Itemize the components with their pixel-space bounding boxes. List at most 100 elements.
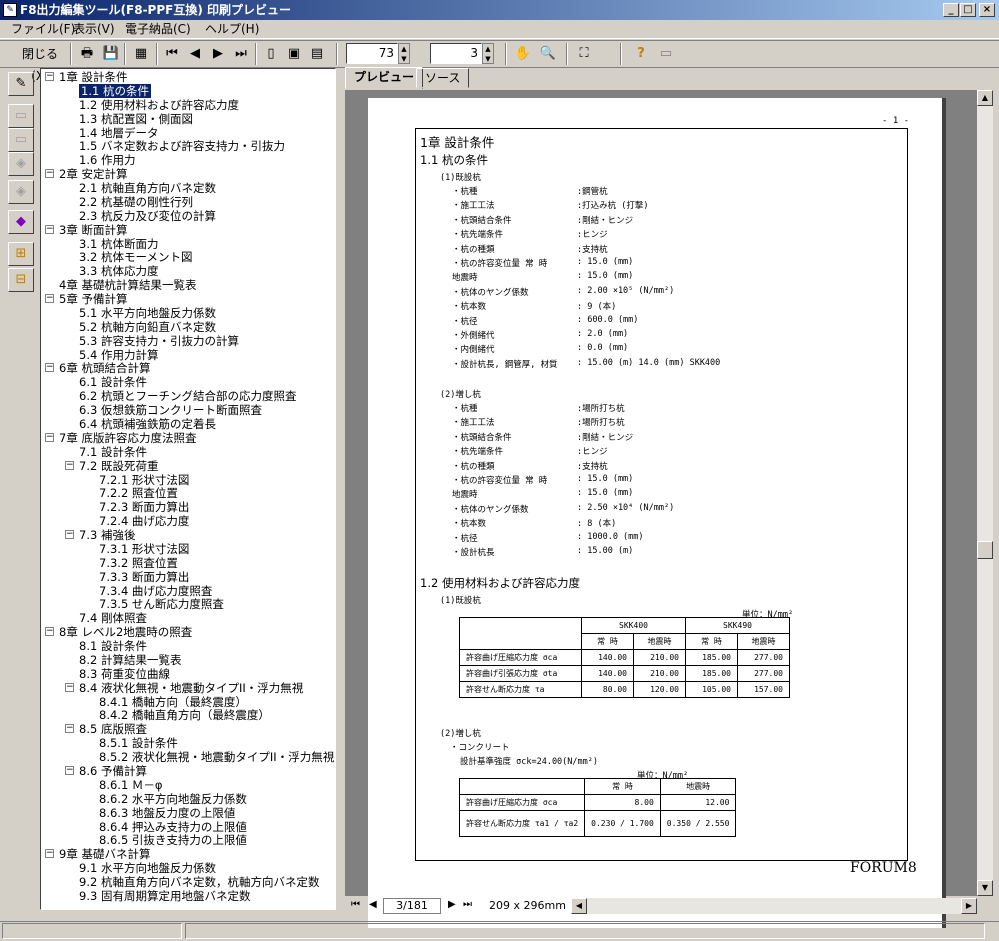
tree-node[interactable]: 1.2 使用材料および許容応力度 bbox=[79, 98, 239, 112]
tree-node[interactable]: 7.3.4 曲げ応力度照査 bbox=[99, 584, 212, 598]
help-icon[interactable]: ? bbox=[630, 43, 652, 65]
single-page-icon[interactable]: ▯ bbox=[261, 43, 281, 65]
tree-expand-icon[interactable]: ⊞ bbox=[8, 242, 34, 266]
last-page-icon[interactable]: ⏭ bbox=[231, 43, 251, 65]
tree-node[interactable]: 2.1 杭軸直角方向バネ定数 bbox=[79, 181, 216, 195]
tree-node[interactable]: 6.1 設計条件 bbox=[79, 375, 147, 389]
tree-expander[interactable]: − bbox=[45, 849, 54, 859]
tree-node[interactable]: 9.3 固有周期算定用地盤バネ定数 bbox=[79, 889, 250, 903]
multi-page-icon[interactable]: ▤ bbox=[307, 43, 327, 65]
tree-node[interactable]: 1.6 作用力 bbox=[79, 153, 135, 167]
print-icon[interactable]: 🖶 bbox=[76, 43, 98, 65]
tree-node[interactable]: 6章 杭頭結合計算 bbox=[59, 361, 150, 375]
tree-node[interactable]: 8.6.2 水平方向地盤反力係数 bbox=[99, 792, 247, 806]
page-spin-input[interactable]: 3 bbox=[430, 43, 482, 64]
tree-node[interactable]: 1.5 バネ定数および許容支持力・引抜力 bbox=[79, 139, 285, 153]
tree-node[interactable]: 6.3 仮想鉄筋コンクリート断面照査 bbox=[79, 403, 262, 417]
tree-node[interactable]: 3.3 杭体応力度 bbox=[79, 264, 158, 278]
tree-node[interactable]: 7章 底版許容応力度法照査 bbox=[59, 431, 196, 445]
tree-expander[interactable]: − bbox=[65, 530, 74, 540]
tree-node[interactable]: 9.1 水平方向地盤反力係数 bbox=[79, 861, 216, 875]
tree-expander[interactable]: − bbox=[65, 766, 74, 775]
about-icon[interactable]: ▭ bbox=[655, 43, 677, 65]
tree-node[interactable]: 8.6.5 引抜き支持力の上限値 bbox=[99, 833, 247, 847]
maximize-button[interactable]: □ bbox=[960, 3, 976, 17]
tree-expander[interactable]: − bbox=[45, 169, 54, 179]
tree-node[interactable]: 7.3.1 形状寸法図 bbox=[99, 542, 189, 556]
scroll-right-icon[interactable]: ▶ bbox=[961, 898, 977, 914]
tree-node[interactable]: 3章 断面計算 bbox=[59, 223, 127, 237]
two-page-icon[interactable]: ▣ bbox=[284, 43, 304, 65]
menu-electronic-delivery[interactable]: 電子納品(C) bbox=[120, 21, 196, 38]
tree-node[interactable]: 1.3 杭配置図・側面図 bbox=[79, 112, 193, 126]
tab-preview[interactable]: プレビュー bbox=[345, 67, 424, 89]
next-page-icon[interactable]: ▶ bbox=[208, 43, 228, 65]
tree-node[interactable]: 7.2.1 形状寸法図 bbox=[99, 473, 189, 487]
tree-expander[interactable]: − bbox=[65, 682, 74, 692]
prev-page-icon[interactable]: ◀ bbox=[185, 43, 205, 65]
tree-expander[interactable]: − bbox=[45, 363, 54, 373]
first-page-icon[interactable]: ⏮ bbox=[162, 43, 182, 65]
tree-node[interactable]: 8.2 計算結果一覧表 bbox=[79, 653, 181, 667]
app-icon[interactable]: ✎ bbox=[3, 3, 17, 17]
tree-expander[interactable]: − bbox=[45, 294, 54, 304]
tree-node[interactable]: 7.1 設計条件 bbox=[79, 445, 147, 459]
tree-node[interactable]: 5.4 作用力計算 bbox=[79, 348, 158, 362]
scroll-left-icon[interactable]: ◀ bbox=[571, 898, 587, 914]
tree-node[interactable]: 4章 基礎杭計算結果一覧表 bbox=[59, 278, 196, 292]
tree-node[interactable]: 3.2 杭体モーメント図 bbox=[79, 250, 192, 264]
vertical-scrollbar[interactable]: ▲ ▼ bbox=[977, 90, 993, 896]
horizontal-scrollbar[interactable] bbox=[571, 898, 977, 914]
tree-node[interactable]: 8.5.1 設計条件 bbox=[99, 736, 178, 750]
tree-node[interactable]: 7.3.2 照査位置 bbox=[99, 556, 178, 570]
minimize-button[interactable]: _ bbox=[943, 3, 959, 17]
tree-expander[interactable]: − bbox=[65, 460, 74, 470]
tree-collapse-icon[interactable]: ⊟ bbox=[8, 268, 34, 292]
zoom-input[interactable]: 73 bbox=[346, 43, 398, 64]
tab-source[interactable]: ソース bbox=[416, 68, 470, 88]
tree-node[interactable]: 8.6 予備計算 bbox=[79, 764, 147, 778]
zoom-spinner[interactable]: ▲ ▼ bbox=[398, 43, 410, 64]
hand-icon[interactable]: ✋ bbox=[512, 43, 534, 65]
last-page-icon[interactable]: ⏭ bbox=[463, 899, 472, 910]
tree-node[interactable]: 5章 予備計算 bbox=[59, 292, 127, 306]
tree-node[interactable]: 7.2.3 断面力算出 bbox=[99, 500, 189, 514]
tree-node[interactable]: 2.3 杭反力及び変位の計算 bbox=[79, 209, 216, 223]
tree-expander[interactable]: − bbox=[45, 627, 54, 637]
tree-expander[interactable]: − bbox=[65, 724, 74, 734]
tree-node[interactable]: 1.1 杭の条件 bbox=[79, 83, 151, 98]
fit-page-icon[interactable]: ⛶ bbox=[573, 43, 595, 65]
menu-help[interactable]: ヘルプ(H) bbox=[200, 21, 264, 38]
tree-node[interactable]: 9.2 杭軸直角方向バネ定数，杭軸方向バネ定数 bbox=[79, 875, 319, 889]
tree-node[interactable]: 2章 安定計算 bbox=[59, 167, 127, 181]
save-icon[interactable]: 💾 bbox=[100, 43, 122, 65]
tree-node[interactable]: 5.2 杭軸方向鉛直バネ定数 bbox=[79, 320, 216, 334]
scroll-up-icon[interactable]: ▲ bbox=[977, 90, 993, 106]
tree-node[interactable]: 5.1 水平方向地盤反力係数 bbox=[79, 306, 216, 320]
tree-node[interactable]: 2.2 杭基礎の剛性行列 bbox=[79, 195, 193, 209]
tree-node[interactable]: 1章 設計条件 bbox=[59, 70, 127, 84]
tree-node[interactable]: 7.3.5 せん断応力度照査 bbox=[99, 597, 224, 611]
page-setup-icon[interactable]: ▦ bbox=[130, 43, 152, 65]
scroll-thumb[interactable] bbox=[977, 541, 993, 559]
tree-node[interactable]: 8.4.2 橋軸直角方向（最終震度） bbox=[99, 708, 270, 722]
edit-pen-icon[interactable]: ✎ bbox=[8, 72, 34, 96]
next-page-icon[interactable]: ▶ bbox=[448, 899, 456, 910]
tree-node[interactable]: 7.2 既設死荷重 bbox=[79, 459, 158, 473]
tree-node[interactable]: 9章 基礎バネ計算 bbox=[59, 847, 150, 861]
prev-page-icon[interactable]: ◀ bbox=[369, 899, 377, 910]
tree-node[interactable]: 1.4 地層データ bbox=[79, 126, 158, 140]
tree-node[interactable]: 8.6.4 押込み支持力の上限値 bbox=[99, 820, 247, 834]
chapter-settings-icon[interactable]: ◆ bbox=[8, 210, 34, 234]
close-window-button[interactable]: × bbox=[979, 3, 995, 17]
tree-node[interactable]: 8章 レベル2地震時の照査 bbox=[59, 625, 192, 639]
tree-node[interactable]: 8.5 底版照査 bbox=[79, 722, 147, 736]
tree-node[interactable]: 8.5.2 液状化無視・地震動タイプII・浮力無視 bbox=[99, 750, 334, 764]
tree-node[interactable]: 8.4.1 橋軸方向（最終震度） bbox=[99, 695, 247, 709]
magnifier-icon[interactable]: 🔍 bbox=[537, 43, 559, 65]
tree-node[interactable]: 8.1 設計条件 bbox=[79, 639, 147, 653]
tree-node[interactable]: 8.4 液状化無視・地震動タイプII・浮力無視 bbox=[79, 681, 303, 695]
tree-node[interactable]: 8.6.3 地盤反力度の上限値 bbox=[99, 806, 235, 820]
tree-node[interactable]: 6.4 杭頭補強鉄筋の定着長 bbox=[79, 417, 216, 431]
tree-node[interactable]: 7.2.4 曲げ応力度 bbox=[99, 514, 189, 528]
